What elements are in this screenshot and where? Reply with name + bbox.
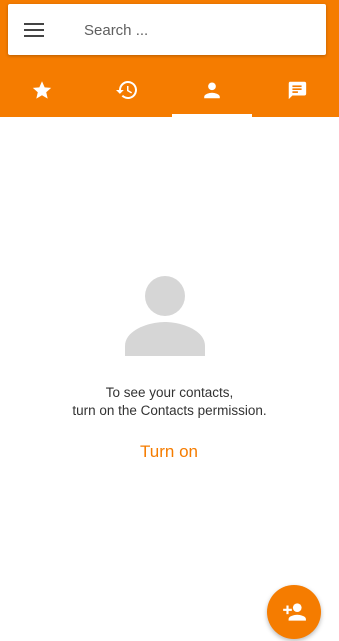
permission-message-line-2: turn on the Contacts permission.	[72, 403, 267, 418]
person-icon	[204, 81, 220, 98]
tab-voicemail[interactable]	[254, 62, 339, 117]
tab-bar	[0, 62, 339, 117]
menu-button[interactable]	[22, 18, 46, 42]
add-contact-button[interactable]	[267, 585, 321, 639]
message-icon	[288, 81, 306, 99]
tab-favorites[interactable]	[0, 62, 85, 117]
person-placeholder-icon	[125, 276, 205, 356]
permission-message-line-1: To see your contacts,	[105, 385, 234, 400]
star-icon	[33, 80, 52, 99]
contacts-empty-state: To see your contacts, turn on the Contac…	[0, 117, 339, 641]
menu-icon	[24, 23, 44, 37]
history-icon	[116, 80, 138, 99]
search-bar[interactable]	[8, 4, 326, 55]
tab-recents[interactable]	[85, 62, 170, 117]
app-header	[0, 0, 339, 117]
tab-contacts[interactable]	[170, 62, 255, 117]
permission-message: To see your contacts, turn on the Contac…	[0, 384, 339, 420]
search-input[interactable]	[84, 15, 314, 45]
add-contact-icon	[283, 603, 306, 621]
turn-on-button[interactable]: Turn on	[119, 438, 219, 466]
